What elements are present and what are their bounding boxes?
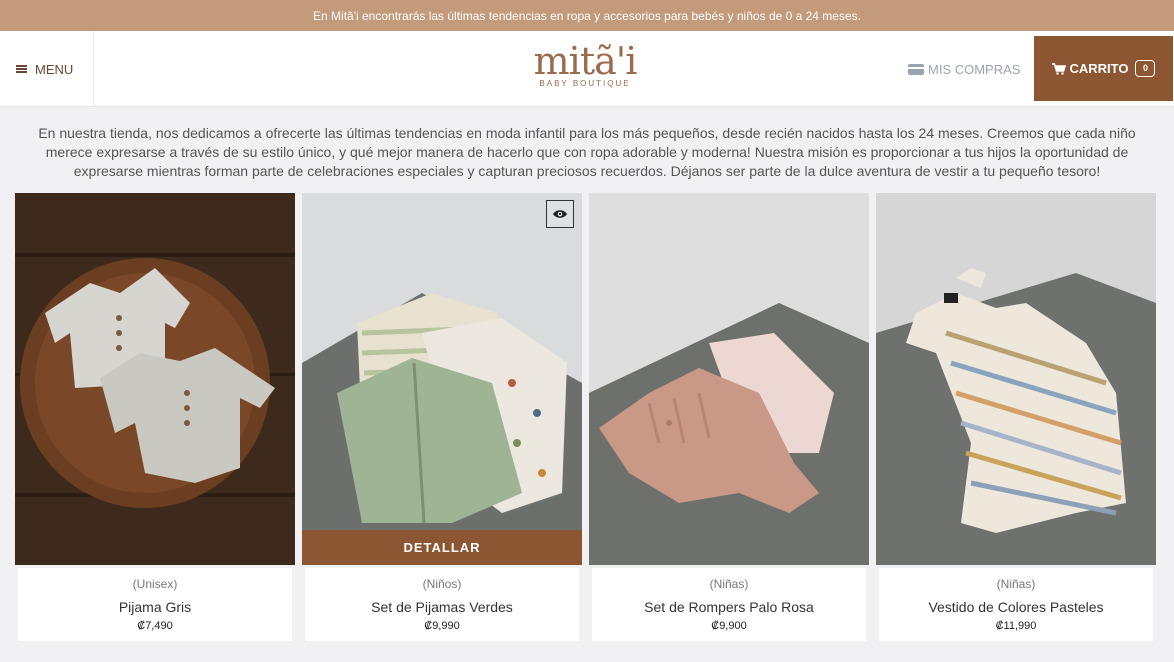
cart-count-badge: 0 (1135, 60, 1156, 77)
product-category: (Niñas) (709, 577, 749, 591)
announcement-bar: En Mitã'i encontrarás las últimas tenden… (0, 0, 1174, 31)
quick-view-button[interactable] (546, 200, 574, 228)
site-logo[interactable]: mitã'i BABY BOUTIQUE (500, 39, 670, 99)
menu-label: MENU (35, 61, 74, 77)
mis-compras-link[interactable]: MIS COMPRAS (908, 59, 1020, 79)
product-price: ₡11,990 (995, 620, 1037, 632)
product-name[interactable]: Pijama Gris (18, 599, 292, 615)
cart-button[interactable]: CARRITO 0 (1034, 36, 1173, 101)
product-price: ₡9,990 (424, 620, 460, 632)
product-category: (Niños) (422, 577, 462, 591)
intro-paragraph: En nuestra tienda, nos dedicamos a ofrec… (38, 125, 1136, 179)
product-image[interactable] (876, 193, 1156, 565)
product-info: (Niños) Set de Pijamas Verdes ₡9,990 (305, 568, 579, 641)
menu-button[interactable]: MENU (0, 31, 94, 107)
detail-button[interactable]: DETALLAR (302, 530, 582, 565)
announcement-text: En Mitã'i encontrarás las últimas tenden… (313, 8, 861, 23)
product-image[interactable]: DETALLAR (302, 193, 582, 565)
product-info: (Niñas) Vestido de Colores Pasteles ₡11,… (879, 568, 1153, 641)
mis-compras-label: MIS COMPRAS (928, 61, 1021, 77)
product-price: ₡9,900 (711, 620, 747, 632)
product-card[interactable]: (Unisex) Pijama Gris ₡7,490 (15, 193, 295, 641)
product-card[interactable]: (Niñas) Set de Rompers Palo Rosa ₡9,900 (589, 193, 869, 641)
eye-icon (553, 210, 567, 218)
product-image[interactable] (589, 193, 869, 565)
logo-tagline: BABY BOUTIQUE (539, 79, 631, 88)
product-category: (Unisex) (132, 577, 178, 591)
product-card[interactable]: DETALLAR (Niños) Set de Pijamas Verdes ₡… (302, 193, 582, 641)
logo-wordmark: mitã'i (533, 39, 638, 83)
product-info: (Niñas) Set de Rompers Palo Rosa ₡9,900 (592, 568, 866, 641)
product-price: ₡7,490 (137, 620, 173, 632)
credit-card-icon (908, 63, 924, 75)
product-category: (Niñas) (996, 577, 1036, 591)
shopping-cart-icon (1051, 62, 1066, 75)
product-name[interactable]: Set de Rompers Palo Rosa (592, 599, 866, 615)
cart-label: CARRITO (1069, 61, 1129, 76)
site-header: MENU mitã'i BABY BOUTIQUE MIS COMPRAS CA… (0, 31, 1174, 107)
product-info: (Unisex) Pijama Gris ₡7,490 (18, 568, 292, 641)
product-card[interactable]: (Niñas) Vestido de Colores Pasteles ₡11,… (876, 193, 1156, 641)
product-image[interactable] (15, 193, 295, 565)
hamburger-icon (16, 65, 27, 73)
product-name[interactable]: Set de Pijamas Verdes (305, 599, 579, 615)
product-name[interactable]: Vestido de Colores Pasteles (879, 599, 1153, 615)
